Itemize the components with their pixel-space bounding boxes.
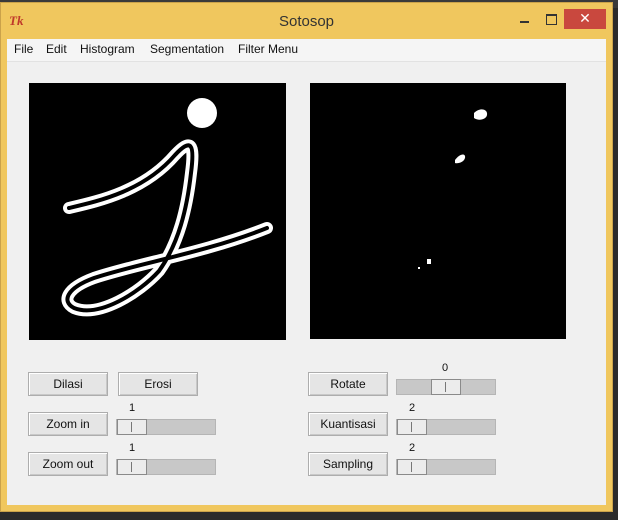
rotate-thumb[interactable] <box>431 379 461 395</box>
zoom-in-thumb[interactable] <box>117 419 147 435</box>
original-image <box>61 98 273 317</box>
menu-segmentation[interactable]: Segmentation <box>150 42 224 56</box>
rotate-slider[interactable]: 0 <box>396 362 496 402</box>
sampling-button[interactable]: Sampling <box>308 452 388 476</box>
close-icon: ✕ <box>579 11 591 27</box>
zoom-out-trough[interactable] <box>116 459 216 475</box>
kuantisasi-thumb[interactable] <box>397 419 427 435</box>
erosi-button[interactable]: Erosi <box>118 372 198 396</box>
zoom-in-value: 1 <box>129 402 136 414</box>
dilasi-button[interactable]: Dilasi <box>28 372 108 396</box>
title-bar[interactable]: Tk Sotosop ✕ <box>1 3 612 39</box>
zoom-in-button[interactable]: Zoom in <box>28 412 108 436</box>
maximize-button[interactable] <box>538 9 564 29</box>
zoom-out-thumb[interactable] <box>117 459 147 475</box>
zoom-out-button[interactable]: Zoom out <box>28 452 108 476</box>
processed-image-canvas <box>310 83 566 339</box>
kuantisasi-value: 2 <box>409 402 416 414</box>
rotate-trough[interactable] <box>396 379 496 395</box>
kuantisasi-button[interactable]: Kuantisasi <box>308 412 388 436</box>
menu-bar: File Edit Histogram Segmentation Filter … <box>7 39 606 62</box>
sampling-trough[interactable] <box>396 459 496 475</box>
menu-edit[interactable]: Edit <box>46 42 67 56</box>
client-area: File Edit Histogram Segmentation Filter … <box>7 39 606 505</box>
menu-filter[interactable]: Filter Menu <box>238 42 298 56</box>
minimize-icon <box>519 21 529 23</box>
app-window: Tk Sotosop ✕ File Edit Histogram Segment… <box>0 2 613 512</box>
rotate-value: 0 <box>442 362 449 374</box>
maximize-icon <box>545 13 557 25</box>
sampling-slider[interactable]: 2 <box>396 442 496 482</box>
close-button[interactable]: ✕ <box>564 9 606 29</box>
sampling-value: 2 <box>409 442 416 454</box>
menu-file[interactable]: File <box>14 42 33 56</box>
original-image-canvas <box>29 83 286 340</box>
zoom-in-slider[interactable]: 1 <box>116 402 216 442</box>
zoom-in-trough[interactable] <box>116 419 216 435</box>
zoom-out-value: 1 <box>129 442 136 454</box>
zoom-out-slider[interactable]: 1 <box>116 442 216 482</box>
minimize-button[interactable] <box>511 9 537 29</box>
kuantisasi-slider[interactable]: 2 <box>396 402 496 442</box>
processed-image <box>418 109 488 269</box>
rotate-button[interactable]: Rotate <box>308 372 388 396</box>
menu-histogram[interactable]: Histogram <box>80 42 135 56</box>
sampling-thumb[interactable] <box>397 459 427 475</box>
kuantisasi-trough[interactable] <box>396 419 496 435</box>
